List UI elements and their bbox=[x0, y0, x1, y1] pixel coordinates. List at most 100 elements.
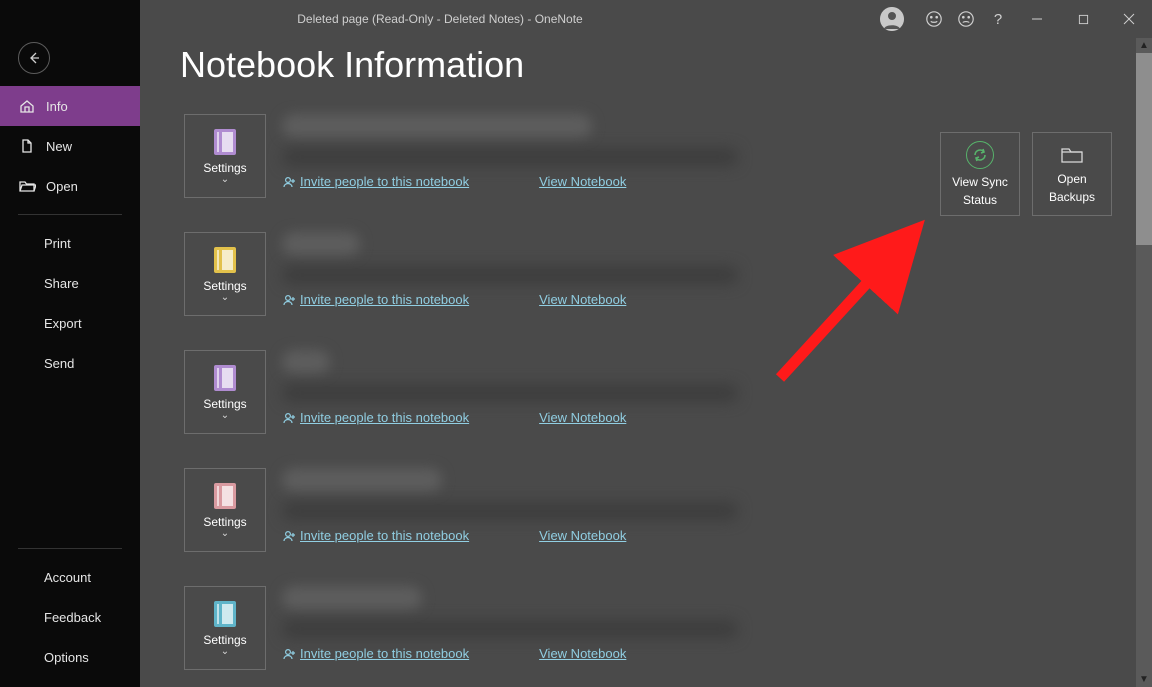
notebook-settings-button[interactable]: Settings ⌄ bbox=[184, 350, 266, 434]
notebook-row: Settings ⌄ Invite people to this notebook V… bbox=[184, 350, 1136, 434]
title-controls: ? bbox=[880, 0, 1152, 38]
notebook-icon bbox=[214, 365, 236, 391]
chevron-down-icon: ⌄ bbox=[221, 413, 229, 419]
view-notebook-link[interactable]: View Notebook bbox=[539, 292, 626, 307]
notebook-name-redacted bbox=[282, 232, 360, 256]
sidebar-item-label: Open bbox=[46, 179, 78, 194]
person-add-icon bbox=[282, 293, 296, 307]
chevron-down-icon: ⌄ bbox=[221, 531, 229, 537]
open-backups-button[interactable]: Open Backups bbox=[1032, 132, 1112, 216]
notebook-links: Invite people to this notebook View Noteb… bbox=[282, 646, 738, 661]
vertical-scrollbar[interactable]: ▲ ▼ bbox=[1136, 38, 1152, 687]
user-avatar[interactable] bbox=[880, 7, 904, 31]
sidebar-item-export[interactable]: Export bbox=[0, 303, 140, 343]
notebook-icon bbox=[214, 601, 236, 627]
help-icon[interactable]: ? bbox=[982, 0, 1014, 38]
view-sync-status-button[interactable]: View Sync Status bbox=[940, 132, 1020, 216]
sync-icon bbox=[966, 141, 994, 169]
view-notebook-link[interactable]: View Notebook bbox=[539, 528, 626, 543]
maximize-button[interactable] bbox=[1060, 0, 1106, 38]
sidebar-item-share[interactable]: Share bbox=[0, 263, 140, 303]
backups-label-2: Backups bbox=[1049, 190, 1095, 204]
settings-label: Settings bbox=[203, 633, 246, 647]
notebook-path-redacted bbox=[282, 620, 738, 638]
sidebar-item-label: Share bbox=[44, 276, 79, 291]
settings-label: Settings bbox=[203, 515, 246, 529]
notebook-settings-button[interactable]: Settings ⌄ bbox=[184, 468, 266, 552]
settings-label: Settings bbox=[203, 397, 246, 411]
scrollbar-thumb[interactable] bbox=[1136, 53, 1152, 245]
notebook-path-redacted bbox=[282, 266, 738, 284]
sidebar-item-label: Print bbox=[44, 236, 71, 251]
notebook-name-redacted bbox=[282, 114, 592, 138]
notebook-info: Invite people to this notebook View Noteb… bbox=[282, 232, 738, 307]
notebook-links: Invite people to this notebook View Noteb… bbox=[282, 410, 738, 425]
notebook-settings-button[interactable]: Settings ⌄ bbox=[184, 586, 266, 670]
notebook-icon bbox=[214, 247, 236, 273]
settings-label: Settings bbox=[203, 279, 246, 293]
sidebar-item-account[interactable]: Account bbox=[0, 557, 140, 597]
view-notebook-link[interactable]: View Notebook bbox=[539, 646, 626, 661]
sidebar-item-label: Info bbox=[46, 99, 68, 114]
avatar-icon bbox=[880, 7, 904, 31]
notebook-settings-button[interactable]: Settings⌄ bbox=[184, 232, 266, 316]
sidebar-separator bbox=[18, 548, 122, 549]
notebook-row: Settings⌄ Invite people to this notebook V… bbox=[184, 232, 1136, 316]
sidebar-item-info[interactable]: Info bbox=[0, 86, 140, 126]
notebook-path-redacted bbox=[282, 384, 738, 402]
notebook-name-redacted bbox=[282, 350, 330, 374]
sidebar-item-label: Account bbox=[44, 570, 91, 585]
doc-icon bbox=[18, 137, 36, 155]
notebook-settings-button[interactable]: Settings⌄ bbox=[184, 114, 266, 198]
notebook-row: Settings ⌄ Invite people to this notebook V… bbox=[184, 468, 1136, 552]
sync-label-1: View Sync bbox=[952, 175, 1008, 189]
notebook-links: Invite people to this notebook View Noteb… bbox=[282, 528, 738, 543]
scroll-up-icon[interactable]: ▲ bbox=[1136, 38, 1152, 53]
person-add-icon bbox=[282, 175, 296, 189]
sidebar-item-new[interactable]: New bbox=[0, 126, 140, 166]
notebook-links: Invite people to this notebook View Noteb… bbox=[282, 292, 738, 307]
invite-link[interactable]: Invite people to this notebook bbox=[282, 292, 469, 307]
arrow-left-icon bbox=[26, 50, 42, 66]
notebook-icon bbox=[214, 129, 236, 155]
backups-label-1: Open bbox=[1057, 172, 1086, 186]
notebook-info: Invite people to this notebook View Noteb… bbox=[282, 114, 738, 189]
invite-link[interactable]: Invite people to this notebook bbox=[282, 646, 469, 661]
home-icon bbox=[18, 97, 36, 115]
notebook-name-redacted bbox=[282, 468, 442, 492]
minimize-button[interactable] bbox=[1014, 0, 1060, 38]
sidebar-item-label: Options bbox=[44, 650, 89, 665]
sidebar-item-open[interactable]: Open bbox=[0, 166, 140, 206]
sidebar-item-options[interactable]: Options bbox=[0, 637, 140, 677]
sidebar-item-print[interactable]: Print bbox=[0, 223, 140, 263]
sidebar-separator bbox=[18, 214, 122, 215]
view-notebook-link[interactable]: View Notebook bbox=[539, 410, 626, 425]
notebook-path-redacted bbox=[282, 502, 738, 520]
open-icon bbox=[18, 177, 36, 195]
close-button[interactable] bbox=[1106, 0, 1152, 38]
person-add-icon bbox=[282, 411, 296, 425]
notebook-info: Invite people to this notebook View Noteb… bbox=[282, 350, 738, 425]
sidebar-item-feedback[interactable]: Feedback bbox=[0, 597, 140, 637]
view-notebook-link[interactable]: View Notebook bbox=[539, 174, 626, 189]
notebook-row: Settings ⌄ Invite people to this notebook V… bbox=[184, 586, 1136, 670]
back-button[interactable] bbox=[18, 42, 50, 74]
person-add-icon bbox=[282, 529, 296, 543]
page-title: Notebook Information bbox=[180, 44, 1136, 86]
sad-icon[interactable] bbox=[950, 0, 982, 38]
invite-link[interactable]: Invite people to this notebook bbox=[282, 528, 469, 543]
smile-icon[interactable] bbox=[918, 0, 950, 38]
person-add-icon bbox=[282, 647, 296, 661]
sidebar-item-label: New bbox=[46, 139, 72, 154]
backstage-sidebar: Info New Open Print Share Export Send Account… bbox=[0, 0, 140, 687]
notebook-path-redacted bbox=[282, 148, 738, 166]
right-action-buttons: View Sync Status Open Backups bbox=[940, 132, 1112, 216]
invite-link[interactable]: Invite people to this notebook bbox=[282, 174, 469, 189]
invite-link[interactable]: Invite people to this notebook bbox=[282, 410, 469, 425]
chevron-down-icon: ⌄ bbox=[221, 649, 229, 655]
scroll-down-icon[interactable]: ▼ bbox=[1136, 672, 1152, 687]
sidebar-item-send[interactable]: Send bbox=[0, 343, 140, 383]
title-bar: Deleted page (Read-Only - Deleted Notes)… bbox=[0, 0, 1152, 38]
sidebar-item-label: Export bbox=[44, 316, 82, 331]
sync-label-2: Status bbox=[963, 193, 997, 207]
